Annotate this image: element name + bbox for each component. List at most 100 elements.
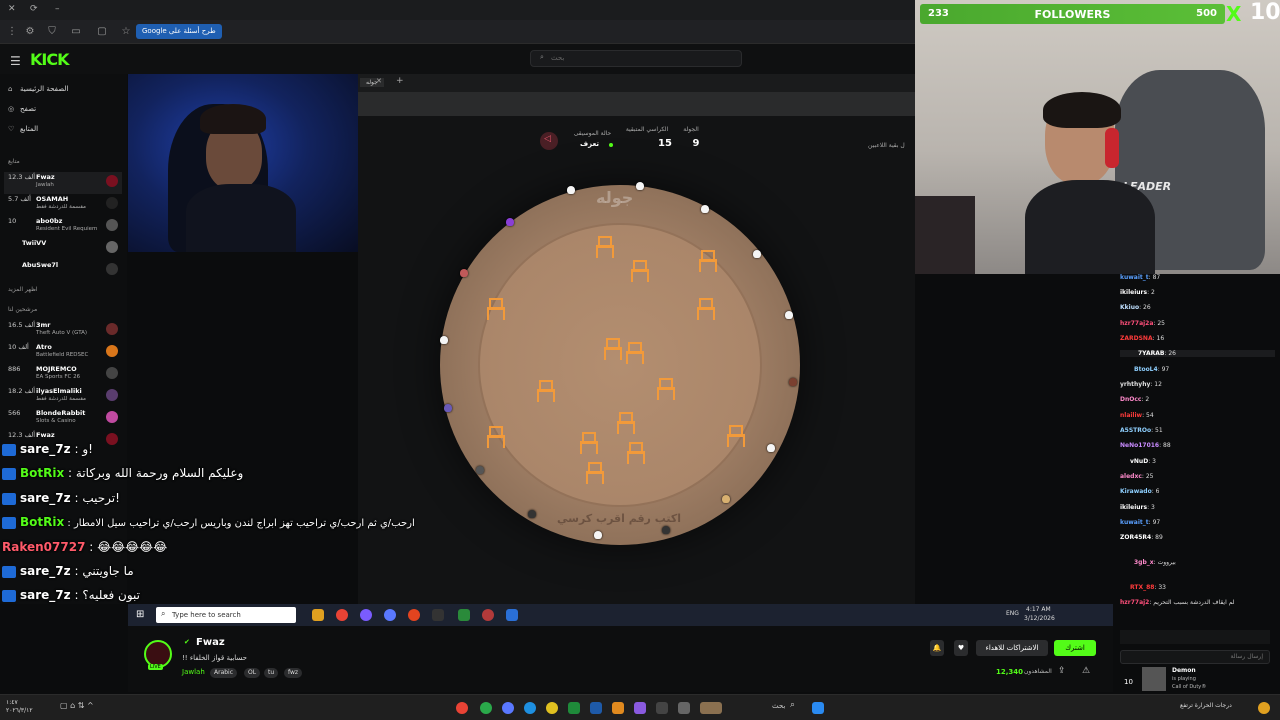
show-more-link[interactable]: اظهر المزيد bbox=[8, 286, 38, 293]
table-inner bbox=[478, 223, 762, 507]
sidebar-channel[interactable]: 5.7 ألف OSAMAH مقسمة للدردشة فقط bbox=[4, 194, 122, 216]
app-icon[interactable] bbox=[408, 609, 420, 621]
webcam-equipment bbox=[915, 196, 975, 274]
notification-bell-button[interactable]: 🔔 bbox=[930, 640, 944, 656]
sidebar-channel[interactable]: 10 abo0bz Resident Evil Requiem bbox=[4, 216, 122, 238]
app-icon[interactable] bbox=[700, 702, 722, 714]
google-ask-button[interactable]: Google طرح أسئلة على bbox=[136, 24, 222, 39]
chair[interactable] bbox=[580, 432, 598, 454]
discord-icon[interactable] bbox=[502, 702, 514, 714]
app-icon[interactable] bbox=[678, 702, 690, 714]
chair[interactable] bbox=[604, 338, 622, 360]
app-icon[interactable] bbox=[458, 609, 470, 621]
sidebar-channel[interactable]: TwiiVV bbox=[4, 238, 122, 260]
sidebar-item-home[interactable]: ⌂ الصفحة الرئيسية bbox=[8, 82, 68, 96]
sidebar-channel[interactable]: AbuSwe7l bbox=[4, 260, 122, 282]
windows-search-input[interactable]: Type here to search bbox=[156, 607, 296, 623]
menu-dots-icon[interactable]: ⋮ bbox=[6, 26, 18, 38]
chrome-icon[interactable] bbox=[546, 702, 558, 714]
star-icon[interactable]: ☆ bbox=[120, 26, 132, 38]
refresh-icon[interactable]: ⟳ bbox=[30, 4, 38, 14]
chair[interactable] bbox=[617, 412, 635, 434]
sidebar-item-following[interactable]: ♡ المتابع bbox=[8, 122, 38, 136]
favorite-button[interactable]: ♥ bbox=[954, 640, 968, 656]
excel-icon[interactable] bbox=[568, 702, 580, 714]
subscribe-button[interactable]: اشترك bbox=[1054, 640, 1096, 656]
weather-text: درجات الحرارة ترتفع bbox=[1180, 702, 1232, 709]
sidebar-channel[interactable]: 16.5 ألف 3mr Theft Auto V (GTA) bbox=[4, 320, 122, 342]
minimize-icon[interactable]: – bbox=[55, 4, 60, 14]
chair[interactable] bbox=[487, 298, 505, 320]
streamer-name[interactable]: Fwaz bbox=[196, 637, 225, 648]
app-icon[interactable] bbox=[506, 609, 518, 621]
app-icon[interactable] bbox=[612, 702, 624, 714]
search-icon[interactable]: ⌕ bbox=[790, 700, 795, 710]
taskbar-search-label[interactable]: بحث bbox=[772, 702, 785, 710]
speaker-mute-icon: ◁ bbox=[544, 134, 551, 144]
sidebar-channel[interactable]: 12.3 ألف Fwaz Jawlah bbox=[4, 172, 122, 194]
table-prompt: اكتب رقم اقرب كرسي bbox=[557, 512, 682, 525]
chair[interactable] bbox=[596, 236, 614, 258]
extensions-icon[interactable]: ⚙ bbox=[24, 26, 36, 38]
chair[interactable] bbox=[626, 342, 644, 364]
stream-tag[interactable]: Arabic bbox=[210, 668, 238, 678]
close-icon[interactable]: ✕ bbox=[8, 4, 16, 14]
stream-tag[interactable]: tu bbox=[264, 668, 279, 678]
tab-icon[interactable]: ▢ bbox=[96, 26, 108, 38]
chair[interactable] bbox=[487, 426, 505, 448]
avatar bbox=[106, 323, 118, 335]
sidebar-channel[interactable]: 10 ألف Atro Battlefield REDSEC bbox=[4, 342, 122, 364]
sidebar-item-browse[interactable]: ◎ تصفح bbox=[8, 102, 36, 116]
app-icon[interactable] bbox=[456, 702, 468, 714]
sidebar-channel[interactable]: 18.2 ألف ilyasElmaliki مقسمة للدردشة فقط bbox=[4, 386, 122, 408]
sidebar-icon[interactable]: ▭ bbox=[70, 26, 82, 38]
share-icon[interactable]: ⇪ bbox=[1058, 666, 1066, 676]
chair[interactable] bbox=[697, 298, 715, 320]
discord-icon[interactable] bbox=[384, 609, 396, 621]
stream-category[interactable]: Jawlah bbox=[182, 668, 205, 676]
chair[interactable] bbox=[586, 462, 604, 484]
stream-tag[interactable]: fwz bbox=[284, 668, 303, 678]
chair[interactable] bbox=[657, 378, 675, 400]
overlay-chat-message: sare_7z : ترحيب! bbox=[2, 487, 120, 509]
chair[interactable] bbox=[727, 425, 745, 447]
kick-logo[interactable]: KICK bbox=[30, 50, 69, 69]
chat-message: ZARDSNA: 16 bbox=[1120, 335, 1165, 342]
sidebar-channel[interactable]: 886 MOJREMCO EA Sports FC 26 bbox=[4, 364, 122, 386]
folder-icon[interactable] bbox=[312, 609, 324, 621]
shield-icon[interactable]: ⛉ bbox=[46, 26, 58, 38]
emote-bar[interactable] bbox=[1120, 630, 1270, 644]
stream-tag[interactable]: OL bbox=[244, 668, 261, 678]
language-indicator[interactable]: ENG bbox=[1006, 610, 1019, 617]
close-tab-icon[interactable]: ✕ bbox=[376, 77, 382, 85]
sidebar-channel[interactable]: 566 BlondeRabbit Slots & Casino bbox=[4, 408, 122, 430]
chat-message: vNuD: 3 bbox=[1130, 458, 1156, 465]
tray-icons[interactable]: ▢ ⌂ ⇅ ^ bbox=[60, 701, 94, 710]
app-icon[interactable] bbox=[482, 609, 494, 621]
app-icon[interactable] bbox=[590, 702, 602, 714]
chat-input[interactable]: إرسال رسالة bbox=[1120, 650, 1270, 664]
gift-subs-button[interactable]: الاشتراكات للاهداء bbox=[976, 640, 1048, 656]
chair[interactable] bbox=[627, 442, 645, 464]
hamburger-icon[interactable]: ☰ bbox=[10, 54, 21, 68]
edge-icon[interactable] bbox=[524, 702, 536, 714]
new-tab-button[interactable]: + bbox=[396, 76, 404, 86]
mute-button[interactable]: ◁ bbox=[540, 132, 558, 150]
chair[interactable] bbox=[537, 380, 555, 402]
app-icon[interactable] bbox=[656, 702, 668, 714]
report-icon[interactable]: ⚠ bbox=[1082, 666, 1090, 676]
windows-start-icon[interactable] bbox=[812, 702, 824, 714]
app-icon[interactable] bbox=[480, 702, 492, 714]
chat-message: hzr77aj2a: 25 bbox=[1120, 320, 1165, 327]
windows-start-icon[interactable]: ⊞ bbox=[136, 609, 144, 620]
app-icon[interactable] bbox=[634, 702, 646, 714]
app-icon[interactable] bbox=[360, 609, 372, 621]
app-icon[interactable] bbox=[432, 609, 444, 621]
stream-info-bar: LIVE ✔ Fwaz !! حسابية قواز الخلفاء Jawla… bbox=[128, 626, 1113, 692]
chair[interactable] bbox=[699, 250, 717, 272]
weather-icon[interactable] bbox=[1258, 702, 1270, 714]
chair[interactable] bbox=[631, 260, 649, 282]
clock-time: ١:٤٧ bbox=[6, 699, 18, 706]
chrome-icon[interactable] bbox=[336, 609, 348, 621]
search-input[interactable]: بحث bbox=[530, 50, 742, 67]
